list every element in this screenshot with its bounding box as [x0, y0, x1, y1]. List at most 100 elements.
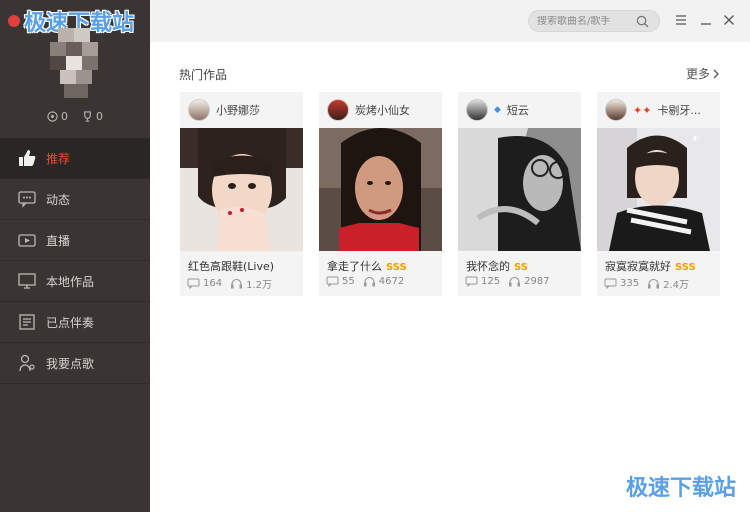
cover-image[interactable]: [319, 128, 442, 251]
card-header: ✦✦ 卡剔牙...: [597, 92, 720, 128]
song-title: 我怀念的: [466, 260, 510, 273]
song-card[interactable]: ◆ 短云 我怀念的 SS 125 2987: [458, 92, 581, 296]
list-icon: [16, 311, 38, 333]
thumbs-up-icon: [16, 147, 38, 169]
sidebar-item-local-works[interactable]: 本地作品: [0, 261, 150, 302]
sidebar-nav: 推荐 动态 直播 本地作品 已点伴奏 我要点歌: [0, 138, 150, 384]
flower-icon: [47, 111, 58, 122]
user-avatar[interactable]: [466, 99, 488, 121]
headphones-icon: [509, 276, 521, 287]
menu-icon[interactable]: [674, 13, 688, 27]
trophy-icon: [84, 111, 91, 122]
search-input[interactable]: [537, 15, 633, 27]
card-username[interactable]: 炭烤小仙女: [355, 102, 410, 118]
card-title[interactable]: 我怀念的 SS: [458, 258, 581, 276]
card-meta: 335 2.4万: [597, 276, 720, 291]
logo-icon: [8, 15, 20, 27]
card-header: ◆ 短云: [458, 92, 581, 128]
video-icon: [16, 229, 38, 251]
close-icon[interactable]: [722, 13, 736, 27]
trophy-stat: 0: [82, 110, 103, 123]
card-username[interactable]: 小野娜莎: [216, 102, 260, 118]
more-label: 更多: [685, 67, 710, 81]
card-username[interactable]: 卡剔牙...: [657, 102, 701, 118]
user-avatar[interactable]: [605, 99, 627, 121]
card-meta: 125 2987: [458, 276, 581, 287]
comment-icon: [465, 276, 478, 287]
comment-count: 55: [326, 276, 355, 287]
song-card[interactable]: 炭烤小仙女 拿走了什么 SSS 55 4672: [319, 92, 442, 296]
card-title[interactable]: 拿走了什么 SSS: [319, 258, 442, 276]
score-badge: SSS: [386, 262, 407, 273]
score-badge: SS: [514, 262, 528, 273]
search-box[interactable]: [528, 10, 660, 32]
comment-icon: [187, 278, 200, 289]
sidebar-item-recommend[interactable]: 推荐: [0, 138, 150, 179]
minimize-icon[interactable]: [699, 13, 713, 27]
sidebar-item-selected-accompaniment[interactable]: 已点伴奏: [0, 302, 150, 343]
more-link[interactable]: 更多: [686, 65, 720, 82]
play-value: 1.2万: [246, 280, 272, 291]
play-value: 4672: [378, 276, 405, 287]
profile-stats: 0 0: [0, 110, 150, 123]
sidebar-item-live[interactable]: 直播: [0, 220, 150, 261]
search-icon[interactable]: [636, 15, 649, 28]
sidebar-item-feed[interactable]: 动态: [0, 179, 150, 220]
song-title: 寂寞寂寞就好: [605, 260, 671, 273]
play-count: 2987: [508, 276, 550, 287]
title-bar: [150, 0, 750, 42]
card-meta: 164 1.2万: [180, 276, 303, 291]
flower-stat: 0: [47, 110, 68, 123]
card-title[interactable]: 红色高跟鞋(Live): [180, 258, 303, 276]
singer-icon: [16, 352, 38, 374]
song-card[interactable]: 小野娜莎 红色高跟鞋(Live) 164 1.2万: [180, 92, 303, 296]
song-title: 红色高跟鞋(Live): [188, 260, 275, 273]
main-content: 热门作品 更多 小野娜莎 红色高跟鞋(Live) 164 1.2万 炭烤小仙女 …: [150, 42, 750, 512]
comment-count: 335: [604, 278, 639, 289]
sidebar-item-label: 动态: [46, 192, 71, 207]
cover-image[interactable]: ◐: [597, 128, 720, 251]
card-username[interactable]: 短云: [507, 102, 529, 118]
comment-value: 55: [342, 276, 355, 287]
comment-icon: [604, 278, 617, 289]
cover-watermark: ◐: [693, 134, 699, 142]
section-title: 热门作品: [179, 68, 228, 82]
sidebar-item-label: 推荐: [46, 151, 71, 166]
maple-leaf-icon: ✦✦: [633, 103, 652, 117]
monitor-icon: [16, 270, 38, 292]
chat-icon: [16, 188, 38, 210]
sidebar-item-label: 我要点歌: [46, 356, 95, 371]
play-count: 2.4万: [647, 276, 689, 291]
cover-image[interactable]: [458, 128, 581, 251]
card-header: 炭烤小仙女: [319, 92, 442, 128]
sidebar-item-label: 已点伴奏: [46, 315, 95, 330]
headphones-icon: [648, 278, 660, 289]
chevron-right-icon: [713, 69, 719, 78]
comment-value: 335: [620, 278, 640, 289]
user-avatar[interactable]: [188, 99, 210, 121]
song-title: 拿走了什么: [327, 260, 382, 273]
song-card[interactable]: ✦✦ 卡剔牙... ◐ 寂寞寂寞就好 SSS 335 2.4万: [597, 92, 720, 296]
card-meta: 55 4672: [319, 276, 442, 287]
flower-count: 0: [61, 110, 68, 123]
card-title[interactable]: 寂寞寂寞就好 SSS: [597, 258, 720, 276]
sidebar-item-label: 本地作品: [46, 274, 95, 289]
comment-icon: [326, 276, 339, 287]
play-count: 4672: [363, 276, 404, 287]
play-count: 1.2万: [230, 276, 272, 291]
comment-value: 125: [481, 276, 501, 287]
sidebar-item-label: 直播: [46, 233, 71, 248]
cover-image[interactable]: [180, 128, 303, 251]
score-badge: SSS: [675, 262, 696, 273]
comment-count: 164: [187, 278, 222, 289]
avatar[interactable]: [50, 28, 100, 98]
watermark-bottom: 极速下载站: [625, 476, 736, 501]
user-avatar[interactable]: [327, 99, 349, 121]
headphones-icon: [231, 278, 243, 289]
comment-count: 125: [465, 276, 500, 287]
sidebar: 极速下载站 0 0 推荐 动态 直播 本地作品 已点伴奏 我要点歌: [0, 0, 150, 512]
card-header: 小野娜莎: [180, 92, 303, 128]
sidebar-item-request-song[interactable]: 我要点歌: [0, 343, 150, 384]
comment-value: 164: [203, 278, 223, 289]
trophy-count: 0: [96, 110, 103, 123]
